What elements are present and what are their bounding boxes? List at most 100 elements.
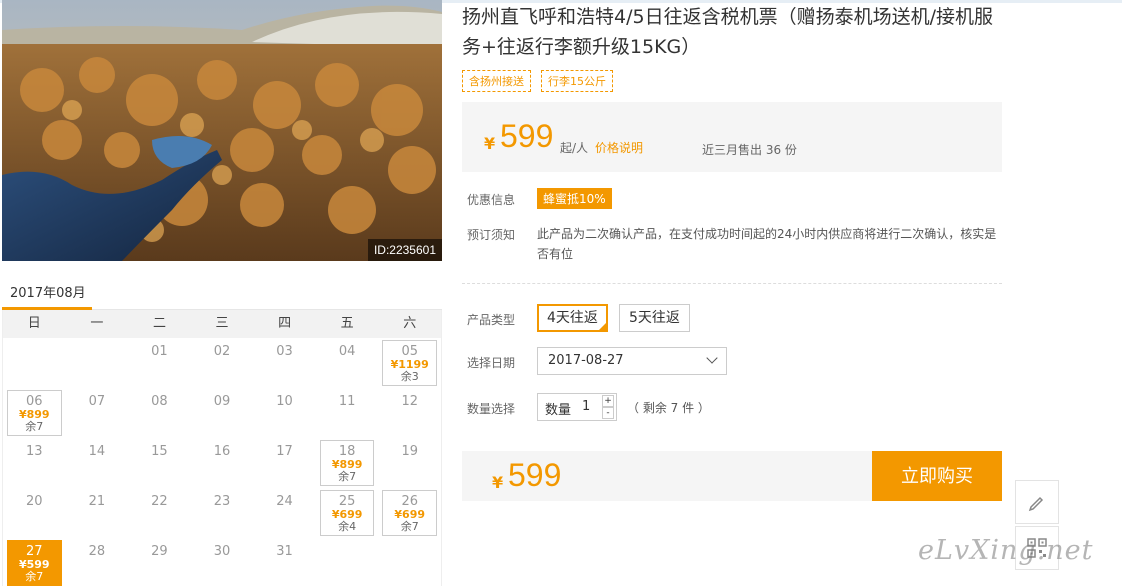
- calendar-day-number: 13: [26, 444, 43, 459]
- product-photo[interactable]: ID:2235601: [2, 0, 442, 261]
- calendar-day-number: 27: [26, 544, 43, 559]
- calendar-day: 31: [253, 538, 316, 586]
- calendar-day-number: 24: [276, 494, 293, 509]
- sold-count: 近三月售出 36 份: [702, 143, 797, 157]
- price-amount: 599: [500, 118, 554, 154]
- calendar-day: 13: [3, 438, 66, 488]
- calendar-day-number: 10: [276, 394, 293, 409]
- buy-now-button[interactable]: 立即购买: [872, 451, 1002, 501]
- calendar-day-number: 07: [88, 394, 106, 409]
- calendar-day: 29: [128, 538, 191, 586]
- date-dropdown-value: 2017-08-27: [548, 353, 624, 368]
- calendar-day-number: 15: [151, 444, 168, 459]
- stock-remaining: （ 剩余 7 件 ）: [627, 401, 710, 415]
- calendar-day-number: 09: [213, 394, 231, 409]
- section-divider: [462, 283, 1002, 284]
- calendar-day: 12: [378, 388, 441, 438]
- calendar-day: 19: [378, 438, 441, 488]
- product-type-label: 产品类型: [467, 313, 516, 327]
- calendar-day: 23: [191, 488, 254, 538]
- calendar-day-remaining: 余4: [338, 520, 357, 533]
- calendar-day: 28: [66, 538, 129, 586]
- calendar-day-number: 17: [276, 444, 293, 459]
- calendar-day-remaining: 余7: [338, 470, 357, 483]
- tag-luggage: 行李15公斤: [541, 70, 613, 92]
- price-unit: 起/人: [560, 141, 589, 155]
- weekday-label: 日: [27, 316, 41, 331]
- product-tags: 含扬州接送 行李15公斤: [462, 70, 613, 92]
- calendar-day-remaining: 余7: [25, 570, 44, 583]
- calendar-day: 20: [3, 488, 66, 538]
- calendar-day: 03: [253, 338, 316, 388]
- calendar-day-number: 14: [88, 444, 106, 459]
- calendar-day: 22: [128, 488, 191, 538]
- price-currency: ¥: [484, 134, 496, 153]
- price-note-link[interactable]: 价格说明: [595, 139, 643, 156]
- calendar-day-remaining: 余7: [25, 420, 44, 433]
- calendar-day-available[interactable]: 25 ¥699 余4: [319, 490, 375, 536]
- calendar-day-number: 19: [401, 444, 418, 459]
- quantity-decrease-button[interactable]: -: [602, 407, 614, 419]
- option-4-day[interactable]: 4天往返: [537, 304, 608, 332]
- landscape-image: [2, 0, 442, 261]
- calendar-month-tab[interactable]: 2017年08月: [2, 272, 442, 310]
- quantity-field-label: 数量: [545, 403, 572, 418]
- calendar-day-number: 29: [151, 544, 168, 559]
- calendar-day-number: 02: [213, 344, 231, 359]
- calendar-day: 07: [66, 388, 129, 438]
- calendar-day-number: 11: [338, 394, 356, 409]
- tag-pickup: 含扬州接送: [462, 70, 531, 92]
- calendar-day-available[interactable]: 26 ¥699 余7: [382, 490, 437, 536]
- option-5-day[interactable]: 5天往返: [619, 304, 690, 332]
- calendar-day: 02: [191, 338, 254, 388]
- calendar-day: 30: [191, 538, 254, 586]
- date-select-label: 选择日期: [467, 356, 516, 370]
- calendar-day-number: 23: [213, 494, 231, 509]
- calendar-day: 21: [66, 488, 129, 538]
- calendar-day-number: 21: [88, 494, 106, 509]
- calendar-day-available[interactable]: 27 ¥599 余7: [7, 540, 62, 586]
- calendar-day-number: 03: [276, 344, 293, 359]
- calendar-day-number: 05: [401, 344, 418, 359]
- calendar-day-number: 08: [151, 394, 168, 409]
- quantity-input[interactable]: 1: [582, 399, 590, 414]
- calendar-day: 24: [253, 488, 316, 538]
- calendar-day-number: 31: [276, 544, 293, 559]
- edit-tool-button[interactable]: [1015, 480, 1059, 524]
- buy-price-bar: ¥ 599: [462, 451, 872, 501]
- photo-id-label: ID:2235601: [367, 239, 442, 261]
- calendar-day-number: 18: [338, 444, 356, 459]
- calendar-day: 10: [253, 388, 316, 438]
- buy-price-currency: ¥: [492, 473, 504, 492]
- discount-badge: 蜂蜜抵10%: [537, 188, 612, 209]
- weekday-label: 三: [215, 316, 229, 331]
- calendar-day: 16: [191, 438, 254, 488]
- booking-notice-label: 预订须知: [467, 228, 516, 242]
- calendar-day-number: 28: [88, 544, 106, 559]
- calendar-day: 04: [316, 338, 379, 388]
- buy-price-amount: 599: [508, 457, 562, 493]
- calendar-day-number: 22: [151, 494, 168, 509]
- calendar-day-number: 20: [26, 494, 43, 509]
- price-calendar: 2017年08月 日 一 二 三 四 五 六 01 02 03 04 05 ¥1199 余3…: [2, 272, 442, 586]
- calendar-month-label: 2017年08月: [10, 286, 86, 301]
- quantity-label: 数量选择: [467, 402, 516, 416]
- calendar-day-number: 30: [213, 544, 231, 559]
- calendar-day: 15: [128, 438, 191, 488]
- quantity-increase-button[interactable]: +: [602, 395, 614, 407]
- site-watermark: eLvXing.net: [918, 535, 1094, 566]
- calendar-day-number: 04: [338, 344, 356, 359]
- date-dropdown[interactable]: 2017-08-27: [537, 347, 727, 375]
- pencil-icon: [1028, 496, 1044, 512]
- calendar-blank-cell: [66, 338, 129, 388]
- weekday-label: 四: [278, 316, 292, 331]
- calendar-day: 01: [128, 338, 191, 388]
- calendar-weekday-header: 日 一 二 三 四 五 六: [2, 310, 442, 338]
- calendar-day-number: 01: [151, 344, 168, 359]
- calendar-day: 11: [316, 388, 379, 438]
- calendar-day-available[interactable]: 06 ¥899 余7: [7, 390, 62, 436]
- calendar-day-available[interactable]: 05 ¥1199 余3: [382, 340, 437, 386]
- calendar-day-available[interactable]: 18 ¥899 余7: [319, 440, 375, 486]
- weekday-label: 一: [90, 316, 104, 331]
- calendar-grid: 01 02 03 04 05 ¥1199 余3 06 ¥899 余7 07 08 09 10 11 12 13 1…: [2, 338, 442, 586]
